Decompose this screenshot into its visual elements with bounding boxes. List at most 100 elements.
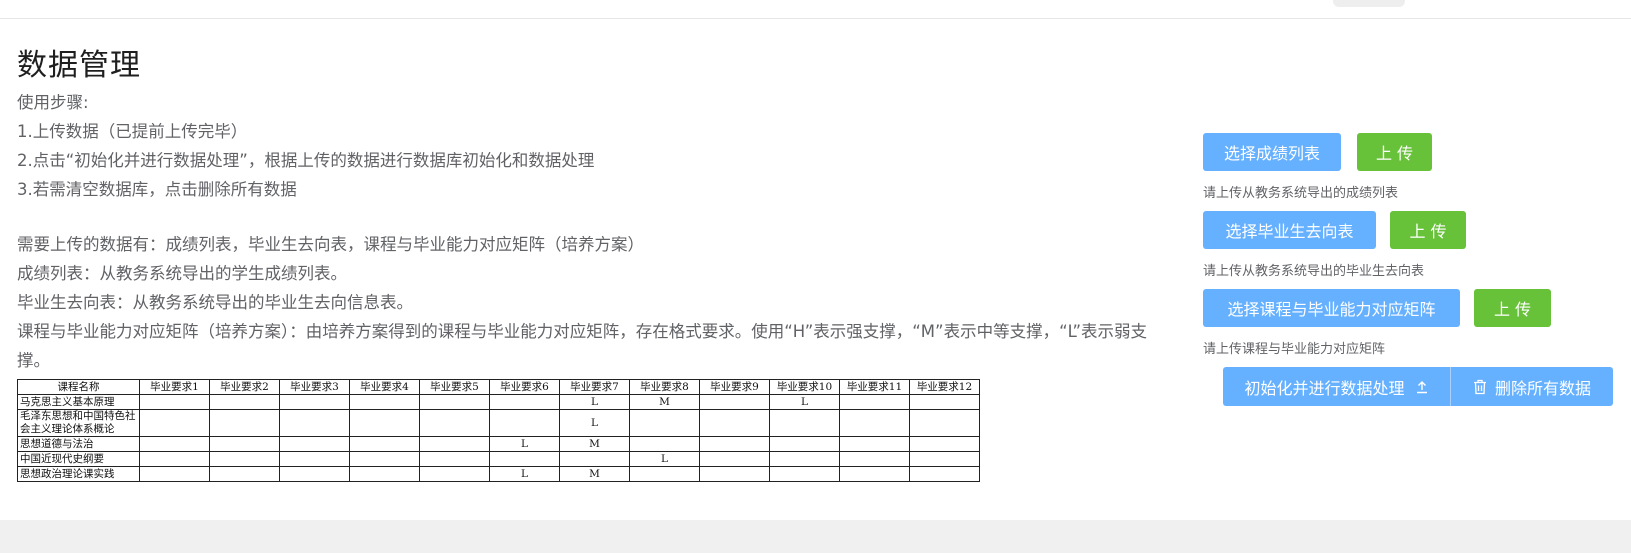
- table-header-cell: 毕业要求6: [489, 379, 560, 395]
- graduates-tip: 请上传从教务系统导出的毕业生去向表: [1203, 264, 1425, 279]
- support-level-cell: [209, 436, 280, 452]
- support-level-cell: [349, 394, 420, 410]
- support-level-cell: [279, 436, 350, 452]
- top-bar: [0, 0, 1631, 19]
- support-level-cell: [699, 409, 770, 437]
- support-level-cell: L: [489, 436, 560, 452]
- support-level-cell: [769, 436, 840, 452]
- support-level-cell: [349, 466, 420, 482]
- table-header-cell: 毕业要求5: [419, 379, 490, 395]
- requirement-graduates: 毕业生去向表：从教务系统导出的毕业生去向信息表。: [17, 293, 413, 312]
- support-level-cell: [489, 451, 560, 467]
- table-row: 思想政治理论课实践 L M: [17, 466, 980, 482]
- step-item: 3.若需清空数据库，点击删除所有数据: [17, 180, 297, 199]
- upload-icon: [1415, 380, 1429, 394]
- support-level-cell: L: [629, 451, 700, 467]
- steps-heading: 使用步骤:: [17, 93, 89, 112]
- support-level-cell: [699, 394, 770, 410]
- support-level-cell: [209, 466, 280, 482]
- table-header-cell: 毕业要求1: [139, 379, 210, 395]
- support-level-cell: [629, 466, 700, 482]
- support-level-cell: [209, 409, 280, 437]
- support-level-cell: [629, 436, 700, 452]
- support-level-cell: [839, 466, 910, 482]
- support-level-cell: [909, 394, 980, 410]
- support-level-cell: [419, 409, 490, 437]
- init-process-label: 初始化并进行数据处理: [1244, 378, 1405, 398]
- course-name-cell: 中国近现代史纲要: [17, 451, 140, 467]
- support-level-cell: [349, 451, 420, 467]
- upload-grades-button[interactable]: 上 传: [1357, 133, 1432, 171]
- table-row: 中国近现代史纲要 L: [17, 451, 980, 467]
- support-level-cell: M: [559, 436, 630, 452]
- init-process-button[interactable]: 初始化并进行数据处理: [1223, 367, 1451, 406]
- table-row: 毛泽东思想和中国特色社会主义理论体系概论 L: [17, 409, 980, 437]
- support-level-cell: [279, 451, 350, 467]
- table-header-cell: 毕业要求8: [629, 379, 700, 395]
- requirement-matrix: 课程与毕业能力对应矩阵（培养方案）：由培养方案得到的课程与毕业能力对应矩阵，存在…: [17, 322, 1148, 370]
- support-level-cell: [839, 436, 910, 452]
- upload-graduates-button[interactable]: 上 传: [1390, 211, 1466, 249]
- requirements-intro: 需要上传的数据有：成绩列表，毕业生去向表，课程与毕业能力对应矩阵（培养方案）: [17, 235, 644, 254]
- support-level-cell: [209, 394, 280, 410]
- support-level-cell: [489, 409, 560, 437]
- support-level-cell: [839, 409, 910, 437]
- table-header-row: 课程名称 毕业要求1 毕业要求2 毕业要求3 毕业要求4 毕业要求5 毕业要求6…: [17, 379, 980, 395]
- support-level-cell: [279, 466, 350, 482]
- support-level-cell: [419, 436, 490, 452]
- table-header-cell: 毕业要求10: [769, 379, 840, 395]
- support-level-cell: [769, 409, 840, 437]
- course-name-cell: 马克思主义基本原理: [17, 394, 140, 410]
- table-header-cell: 课程名称: [17, 379, 140, 395]
- support-level-cell: [629, 409, 700, 437]
- step-item: 2.点击“初始化并进行数据处理”，根据上传的数据进行数据库初始化和数据处理: [17, 151, 595, 170]
- table-header-cell: 毕业要求9: [699, 379, 770, 395]
- support-level-cell: [699, 466, 770, 482]
- support-level-cell: [489, 394, 560, 410]
- select-graduates-button[interactable]: 选择毕业生去向表: [1203, 211, 1376, 249]
- support-level-cell: L: [559, 394, 630, 410]
- support-level-cell: [909, 451, 980, 467]
- support-level-cell: M: [629, 394, 700, 410]
- support-level-cell: [139, 409, 210, 437]
- data-actions-group: 初始化并进行数据处理 删除所有数据: [1223, 367, 1613, 406]
- table-header-cell: 毕业要求4: [349, 379, 420, 395]
- support-level-cell: M: [559, 466, 630, 482]
- course-name-cell: 思想政治理论课实践: [17, 466, 140, 482]
- support-level-cell: [699, 451, 770, 467]
- table-row: 马克思主义基本原理 L M L: [17, 394, 980, 410]
- support-level-cell: [349, 436, 420, 452]
- grades-tip: 请上传从教务系统导出的成绩列表: [1203, 186, 1399, 201]
- delete-all-label: 删除所有数据: [1494, 378, 1591, 398]
- upload-matrix-button[interactable]: 上 传: [1474, 289, 1551, 327]
- trash-icon: [1473, 379, 1487, 395]
- support-level-cell: L: [489, 466, 560, 482]
- support-level-cell: [139, 394, 210, 410]
- support-level-cell: [139, 466, 210, 482]
- support-level-cell: [419, 451, 490, 467]
- step-item: 1.上传数据（已提前上传完毕）: [17, 122, 248, 141]
- support-level-cell: [279, 409, 350, 437]
- support-level-cell: [839, 451, 910, 467]
- support-level-cell: [349, 409, 420, 437]
- support-level-cell: L: [559, 409, 630, 437]
- support-level-cell: [909, 409, 980, 437]
- support-level-cell: [279, 394, 350, 410]
- support-level-cell: [209, 451, 280, 467]
- support-level-cell: [139, 451, 210, 467]
- top-bar-tab[interactable]: [1333, 0, 1405, 7]
- support-level-cell: [419, 394, 490, 410]
- support-level-cell: [559, 451, 630, 467]
- support-level-cell: [139, 436, 210, 452]
- support-level-cell: [769, 466, 840, 482]
- support-level-cell: [769, 451, 840, 467]
- select-grades-button[interactable]: 选择成绩列表: [1203, 133, 1341, 171]
- requirement-grades: 成绩列表：从教务系统导出的学生成绩列表。: [17, 264, 347, 283]
- course-name-cell: 毛泽东思想和中国特色社会主义理论体系概论: [17, 409, 140, 437]
- delete-all-button[interactable]: 删除所有数据: [1451, 367, 1613, 406]
- support-level-cell: [839, 394, 910, 410]
- support-level-cell: [909, 466, 980, 482]
- select-matrix-button[interactable]: 选择课程与毕业能力对应矩阵: [1203, 289, 1460, 327]
- support-level-cell: [699, 436, 770, 452]
- support-level-cell: [909, 436, 980, 452]
